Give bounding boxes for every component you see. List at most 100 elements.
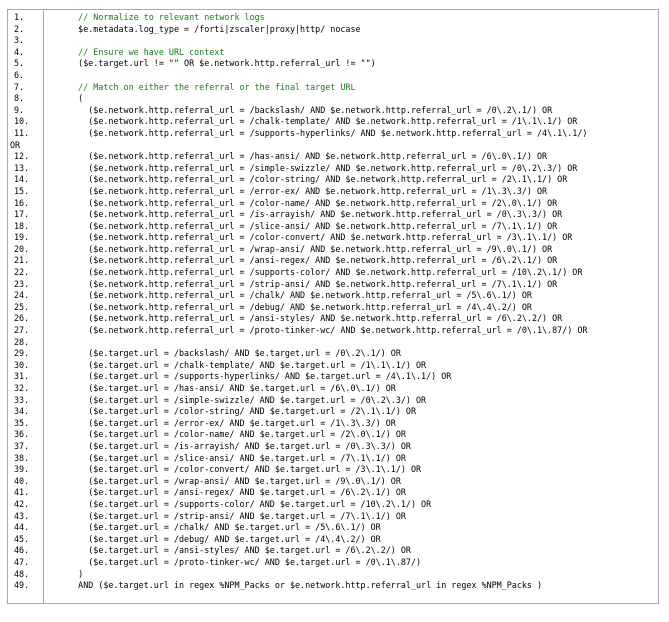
code-line: 34. ($e.target.url = /color-string/ AND … [8,406,658,418]
code-text: ($e.network.http.referral_url = /debug/ … [58,301,532,312]
code-line: 23. ($e.network.http.referral_url = /str… [8,279,658,291]
code-text: ($e.target.url = /is-arrayish/ AND $e.ta… [58,440,411,451]
code-line: 10. ($e.network.http.referral_url = /cha… [8,116,658,128]
code-lines: 1. // Normalize to relevant network logs… [8,12,658,592]
code-text: ($e.target.url = /ansi-regex/ AND $e.tar… [58,487,406,498]
code-text: ($e.target.url = /ansi-styles/ AND $e.ta… [58,545,411,556]
code-line: 15. ($e.network.http.referral_url = /err… [8,186,658,198]
line-number: 17. [14,209,30,220]
code-text: ($e.target.url = /color-name/ AND $e.tar… [58,429,406,440]
line-number: 33. [14,394,30,405]
line-number: 22. [14,267,30,278]
line-number: 20. [14,243,30,254]
code-block: 1. // Normalize to relevant network logs… [7,9,659,604]
code-line: 5. ($e.target.url != "" OR $e.network.ht… [8,58,658,70]
code-line: 28. [8,337,658,349]
code-text: ($e.target.url = /slice-ansi/ AND $e.tar… [58,452,406,463]
line-number: 35. [14,417,30,428]
code-text: ($e.network.http.referral_url = /support… [58,127,588,138]
code-line: 33. ($e.target.url = /simple-swizzle/ AN… [8,395,658,407]
code-text: ($e.target.url = /proto-tinker-wc/ AND $… [58,556,422,567]
code-text: ($e.network.http.referral_url = /is-arra… [58,209,563,220]
line-number: 36. [14,429,30,440]
line-number: 37. [14,440,30,451]
line-number: 44. [14,522,30,533]
code-text: ($e.network.http.referral_url = /strip-a… [58,278,558,289]
code-line: 42. ($e.target.url = /supports-color/ AN… [8,499,658,511]
code-text: ($e.network.http.referral_url = /wrap-an… [58,243,553,254]
code-line: 31. ($e.target.url = /supports-hyperlink… [8,371,658,383]
line-number: 11. [14,127,30,138]
code-text: ($e.network.http.referral_url = /color-c… [58,232,573,243]
code-line: 48. ) [8,569,658,581]
line-number: 15. [14,185,30,196]
line-number: 18. [14,220,30,231]
line-number: 8. [14,93,25,104]
code-text: ($e.network.http.referral_url = /color-s… [58,174,568,185]
code-text: ($e.target.url = /error-ex/ AND $e.targe… [58,417,396,428]
code-line: 13. ($e.network.http.referral_url = /sim… [8,163,658,175]
code-line: 21. ($e.network.http.referral_url = /ans… [8,255,658,267]
code-line: 16. ($e.network.http.referral_url = /col… [8,198,658,210]
code-line: 41. ($e.target.url = /ansi-regex/ AND $e… [8,487,658,499]
code-line: 3. [8,35,658,47]
code-text: ($e.network.http.referral_url = /slice-a… [58,220,558,231]
code-line: 18. ($e.network.http.referral_url = /sli… [8,221,658,233]
code-line: 20. ($e.network.http.referral_url = /wra… [8,244,658,256]
code-line: 6. [8,70,658,82]
line-number: 28. [14,336,30,347]
code-line: 14. ($e.network.http.referral_url = /col… [8,174,658,186]
code-line: 26. ($e.network.http.referral_url = /ans… [8,313,658,325]
line-number: 29. [14,348,30,359]
line-number: 5. [14,58,25,69]
code-text: ($e.target.url = /strip-ansi/ AND $e.tar… [58,510,406,521]
code-line: 29. ($e.target.url = /backslash/ AND $e.… [8,348,658,360]
code-comment: // Normalize to relevant network logs [58,12,265,22]
code-text: ($e.network.http.referral_url = /backsla… [58,104,553,115]
code-text: ($e.target.url = /chalk/ AND $e.target.u… [58,522,381,533]
line-number: 25. [14,301,30,312]
code-line: 1. // Normalize to relevant network logs [8,12,658,24]
line-number: 48. [14,568,30,579]
code-line: 27. ($e.network.http.referral_url = /pro… [8,325,658,337]
line-number: 30. [14,359,30,370]
code-text: ($e.target.url = /color-string/ AND $e.t… [58,406,416,417]
line-number: 16. [14,197,30,208]
code-line: 17. ($e.network.http.referral_url = /is-… [8,209,658,221]
line-number: 43. [14,510,30,521]
line-number: 24. [14,290,30,301]
code-text: ($e.target.url = /color-convert/ AND $e.… [58,464,422,475]
code-line: 22. ($e.network.http.referral_url = /sup… [8,267,658,279]
code-line: 4. // Ensure we have URL context [8,47,658,59]
code-comment: // Ensure we have URL context [58,46,225,57]
line-number: 34. [14,406,30,417]
line-number: 13. [14,162,30,173]
code-text: ($e.network.http.referral_url = /support… [58,267,583,278]
code-comment: // Match on either the referral or the f… [58,81,356,92]
code-text: ($e.target.url = /simple-swizzle/ AND $e… [58,394,427,405]
code-line: 38. ($e.target.url = /slice-ansi/ AND $e… [8,453,658,465]
line-number: 21. [14,255,30,266]
code-line: 7. // Match on either the referral or th… [8,82,658,94]
code-text: ($e.network.http.referral_url = /ansi-re… [58,255,558,266]
line-number: 10. [14,116,30,127]
line-number: 38. [14,452,30,463]
code-line: 11. ($e.network.http.referral_url = /sup… [8,128,658,140]
line-number: 12. [14,151,30,162]
code-text: ) [58,568,84,579]
code-text: ($e.target.url = /supports-color/ AND $e… [58,498,432,509]
line-number: 3. [14,35,25,46]
line-number: 9. [14,104,25,115]
code-line: 19. ($e.network.http.referral_url = /col… [8,232,658,244]
code-text: OR [10,139,21,150]
code-text: ($e.network.http.referral_url = /chalk-t… [58,116,578,127]
code-line: 45. ($e.target.url = /debug/ AND $e.targ… [8,534,658,546]
code-text: ($e.target.url = /backslash/ AND $e.targ… [58,348,401,359]
line-number: 42. [14,498,30,509]
line-number: 4. [14,46,25,57]
code-text: ($e.target.url = /debug/ AND $e.target.u… [58,533,381,544]
code-line: 12. ($e.network.http.referral_url = /has… [8,151,658,163]
code-text: ( [58,93,84,104]
code-line: OR [8,140,658,152]
code-text: ($e.network.http.referral_url = /ansi-st… [58,313,563,324]
